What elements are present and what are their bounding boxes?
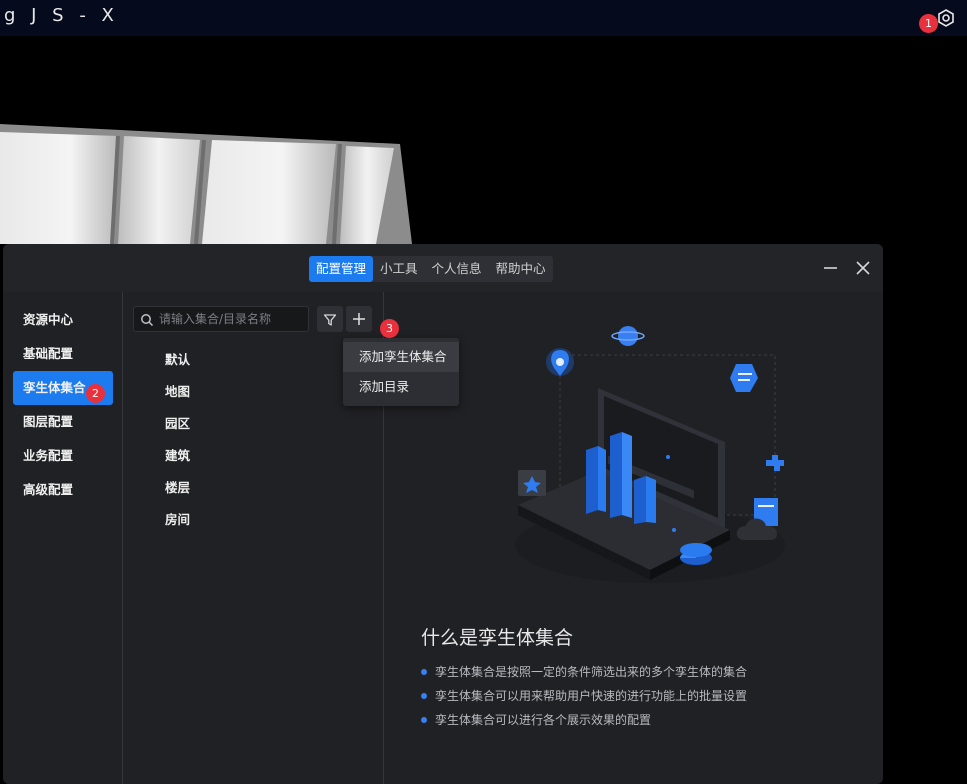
3d-scene-viewport[interactable] (0, 110, 430, 250)
tree-item-floor[interactable]: 楼层 (165, 477, 190, 496)
sidebar-item-resource-center[interactable]: 资源中心 (13, 303, 113, 337)
tree-item-map[interactable]: 地图 (165, 381, 190, 400)
panel-header: 配置管理 小工具 个人信息 帮助中心 (3, 244, 883, 292)
info-bullet-text: 孪生体集合可以进行各个展示效果的配置 (435, 713, 652, 727)
info-bullet-text: 孪生体集合可以用来帮助用户快速的进行功能上的批量设置 (435, 689, 748, 703)
menu-item-add-twin-collection[interactable]: 添加孪生体集合 (343, 342, 459, 372)
tab-personal-info[interactable]: 个人信息 (425, 256, 489, 282)
info-bullet: 孪生体集合可以进行各个展示效果的配置 (421, 711, 651, 728)
minimize-icon[interactable] (821, 258, 841, 278)
bullet-dot-icon (421, 716, 427, 723)
search-box (133, 306, 309, 332)
app-title: g J S - X (4, 5, 119, 26)
gear-icon[interactable] (936, 8, 956, 28)
annotation-badge-2: 2 (86, 384, 105, 403)
sidebar-item-business-config[interactable]: 业务配置 (13, 439, 113, 473)
tree-item-park[interactable]: 园区 (165, 413, 190, 432)
search-icon (140, 312, 154, 331)
tree-item-room[interactable]: 房间 (165, 509, 190, 528)
info-bullet: 孪生体集合是按照一定的条件筛选出来的多个孪生体的集合 (421, 663, 747, 680)
panel-tabs: 配置管理 小工具 个人信息 帮助中心 (309, 256, 553, 282)
bullet-dot-icon (421, 668, 427, 675)
plus-icon (351, 311, 367, 331)
info-title: 什么是孪生体集合 (421, 627, 574, 649)
sidebar-item-layer-config[interactable]: 图层配置 (13, 405, 113, 439)
annotation-badge-3: 3 (380, 319, 399, 338)
twin-collection-illustration (500, 320, 800, 610)
tree-item-building[interactable]: 建筑 (165, 445, 190, 464)
tab-config-management[interactable]: 配置管理 (309, 256, 374, 282)
sidebar-item-basic-config[interactable]: 基础配置 (13, 337, 113, 371)
add-dropdown-menu: 添加孪生体集合 添加目录 (343, 338, 459, 406)
info-bullet-text: 孪生体集合是按照一定的条件筛选出来的多个孪生体的集合 (435, 665, 748, 679)
sidebar: 资源中心 基础配置 孪生体集合 图层配置 业务配置 高级配置 (3, 292, 123, 784)
menu-item-add-directory[interactable]: 添加目录 (343, 372, 459, 402)
tab-help-center[interactable]: 帮助中心 (489, 256, 553, 282)
filter-icon (323, 312, 337, 331)
search-input[interactable] (159, 310, 299, 328)
tab-tools[interactable]: 小工具 (373, 256, 425, 282)
info-bullet: 孪生体集合可以用来帮助用户快速的进行功能上的批量设置 (421, 687, 747, 704)
bullet-dot-icon (421, 692, 427, 699)
sidebar-item-advanced-config[interactable]: 高级配置 (13, 473, 113, 507)
add-button[interactable] (346, 306, 372, 332)
close-icon[interactable] (853, 258, 873, 278)
top-bar: g J S - X (0, 0, 967, 36)
filter-button[interactable] (317, 306, 343, 332)
tree-item-default[interactable]: 默认 (165, 349, 190, 368)
annotation-badge-1: 1 (919, 14, 938, 33)
